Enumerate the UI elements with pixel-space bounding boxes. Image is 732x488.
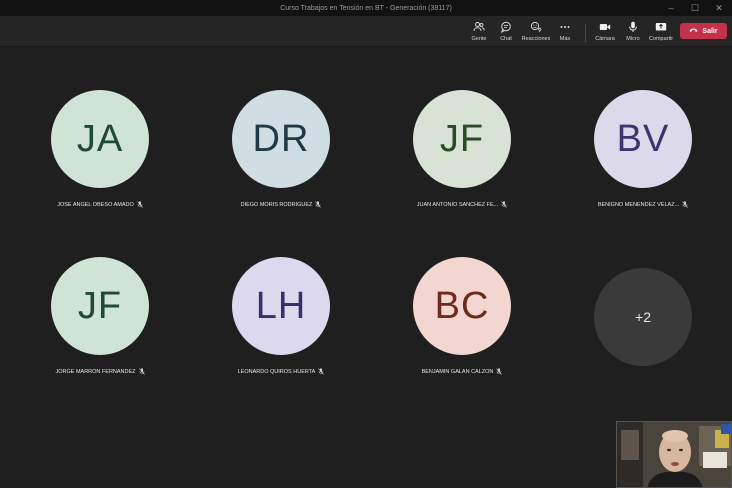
minimize-button[interactable]: – <box>666 0 676 16</box>
close-button[interactable]: ✕ <box>714 0 724 16</box>
meeting-window: Curso Trabajos en Tensión en BT - Genera… <box>0 0 732 488</box>
leave-button[interactable]: Salir <box>680 23 727 39</box>
participant-avatar: JF <box>413 90 511 188</box>
reactions-button[interactable]: Reacciones <box>521 20 551 44</box>
avatar-initials: BC <box>434 284 490 327</box>
more-button[interactable]: Más <box>550 20 580 44</box>
participant-avatar: LH <box>232 257 330 355</box>
more-label: Más <box>559 36 571 42</box>
participant-name: JORGE MARRON FERNANDEZ <box>55 368 136 375</box>
camera-icon <box>598 20 612 34</box>
hang-up-icon <box>689 27 698 35</box>
participant-name-row: JUAN ANTONIO SANCHEZ FE... <box>387 201 537 208</box>
share-button[interactable]: Compartir <box>646 20 676 44</box>
participant-name-row: BENJAMIN GALAN CALZON <box>387 368 537 375</box>
participant-name-row: DIEGO MORIS RODRIGUEZ <box>206 201 356 208</box>
camera-label: Cámara <box>595 36 615 42</box>
mic-muted-icon <box>315 201 322 208</box>
more-participants-button[interactable]: +2 <box>594 268 692 366</box>
title-bar: Curso Trabajos en Tensión en BT - Genera… <box>0 0 732 16</box>
people-label: Gente <box>471 36 487 42</box>
avatar-initials: DR <box>252 117 310 160</box>
window-controls: – ☐ ✕ <box>666 0 724 16</box>
people-button[interactable]: Gente <box>464 20 494 44</box>
reactions-icon <box>529 20 543 34</box>
participant-tile[interactable]: BC BENJAMIN GALAN CALZON <box>397 257 527 387</box>
chat-icon <box>499 20 513 34</box>
avatar-initials: LH <box>255 284 307 327</box>
maximize-button[interactable]: ☐ <box>690 0 700 16</box>
participant-name: JOSE ANGEL OBESO AMADO <box>57 201 134 208</box>
participant-name-row: JORGE MARRON FERNANDEZ <box>25 368 175 375</box>
chat-label: Chat <box>500 36 512 42</box>
mic-muted-icon <box>137 201 143 208</box>
participant-name-row: LEONARDO QUIROS HUERTA <box>206 368 356 375</box>
participant-name: BENJAMIN GALAN CALZON <box>421 368 494 375</box>
people-icon <box>472 20 486 34</box>
avatar-initials: JF <box>439 117 485 160</box>
participant-avatar: BC <box>413 257 511 355</box>
participant-name: BENIGNO MENENDEZ VELAZ... <box>597 201 680 208</box>
avatar-initials: JF <box>77 284 123 327</box>
participant-tile[interactable]: LH LEONARDO QUIROS HUERTA <box>216 257 346 387</box>
participant-tile[interactable]: JA JOSE ANGEL OBESO AMADO <box>35 90 165 220</box>
participant-avatar: DR <box>232 90 330 188</box>
mic-button[interactable]: Micro <box>618 20 648 44</box>
share-label: Compartir <box>648 36 674 42</box>
participant-tile[interactable]: DR DIEGO MORIS RODRIGUEZ <box>216 90 346 220</box>
participant-name-row: BENIGNO MENENDEZ VELAZ... <box>568 201 718 208</box>
avatar-initials: JA <box>76 117 124 160</box>
participant-tile[interactable]: JF JORGE MARRON FERNANDEZ <box>35 257 165 387</box>
camera-button[interactable]: Cámara <box>590 20 620 44</box>
meeting-toolbar: Gente Chat Reacciones Más Cámara Micro C… <box>0 16 732 47</box>
reactions-label: Reacciones <box>521 36 551 42</box>
leave-label: Salir <box>702 27 718 35</box>
participant-avatar: BV <box>594 90 692 188</box>
participant-tile[interactable]: JF JUAN ANTONIO SANCHEZ FE... <box>397 90 527 220</box>
mic-label: Micro <box>626 36 640 42</box>
more-icon <box>558 20 572 34</box>
mic-muted-icon <box>496 368 503 375</box>
window-title: Curso Trabajos en Tensión en BT - Genera… <box>280 4 452 12</box>
avatar-initials: BV <box>616 117 670 160</box>
participant-name-row: JOSE ANGEL OBESO AMADO <box>25 201 175 208</box>
share-screen-icon <box>654 20 668 34</box>
mic-muted-icon <box>318 368 325 375</box>
participant-avatar: JF <box>51 257 149 355</box>
self-video-preview[interactable] <box>616 421 732 488</box>
chat-button[interactable]: Chat <box>491 20 521 44</box>
toolbar-divider <box>585 24 586 42</box>
mic-muted-icon <box>682 201 688 208</box>
mic-muted-icon <box>501 201 507 208</box>
participant-name: JUAN ANTONIO SANCHEZ FE... <box>416 201 499 208</box>
self-video-image <box>617 422 731 487</box>
mic-icon <box>626 20 640 34</box>
participant-name: LEONARDO QUIROS HUERTA <box>237 368 316 375</box>
participant-avatar: JA <box>51 90 149 188</box>
mic-muted-icon <box>138 368 145 375</box>
more-participants-count: +2 <box>635 309 651 325</box>
participant-name: DIEGO MORIS RODRIGUEZ <box>240 201 313 208</box>
participant-tile[interactable]: BV BENIGNO MENENDEZ VELAZ... <box>578 90 708 220</box>
